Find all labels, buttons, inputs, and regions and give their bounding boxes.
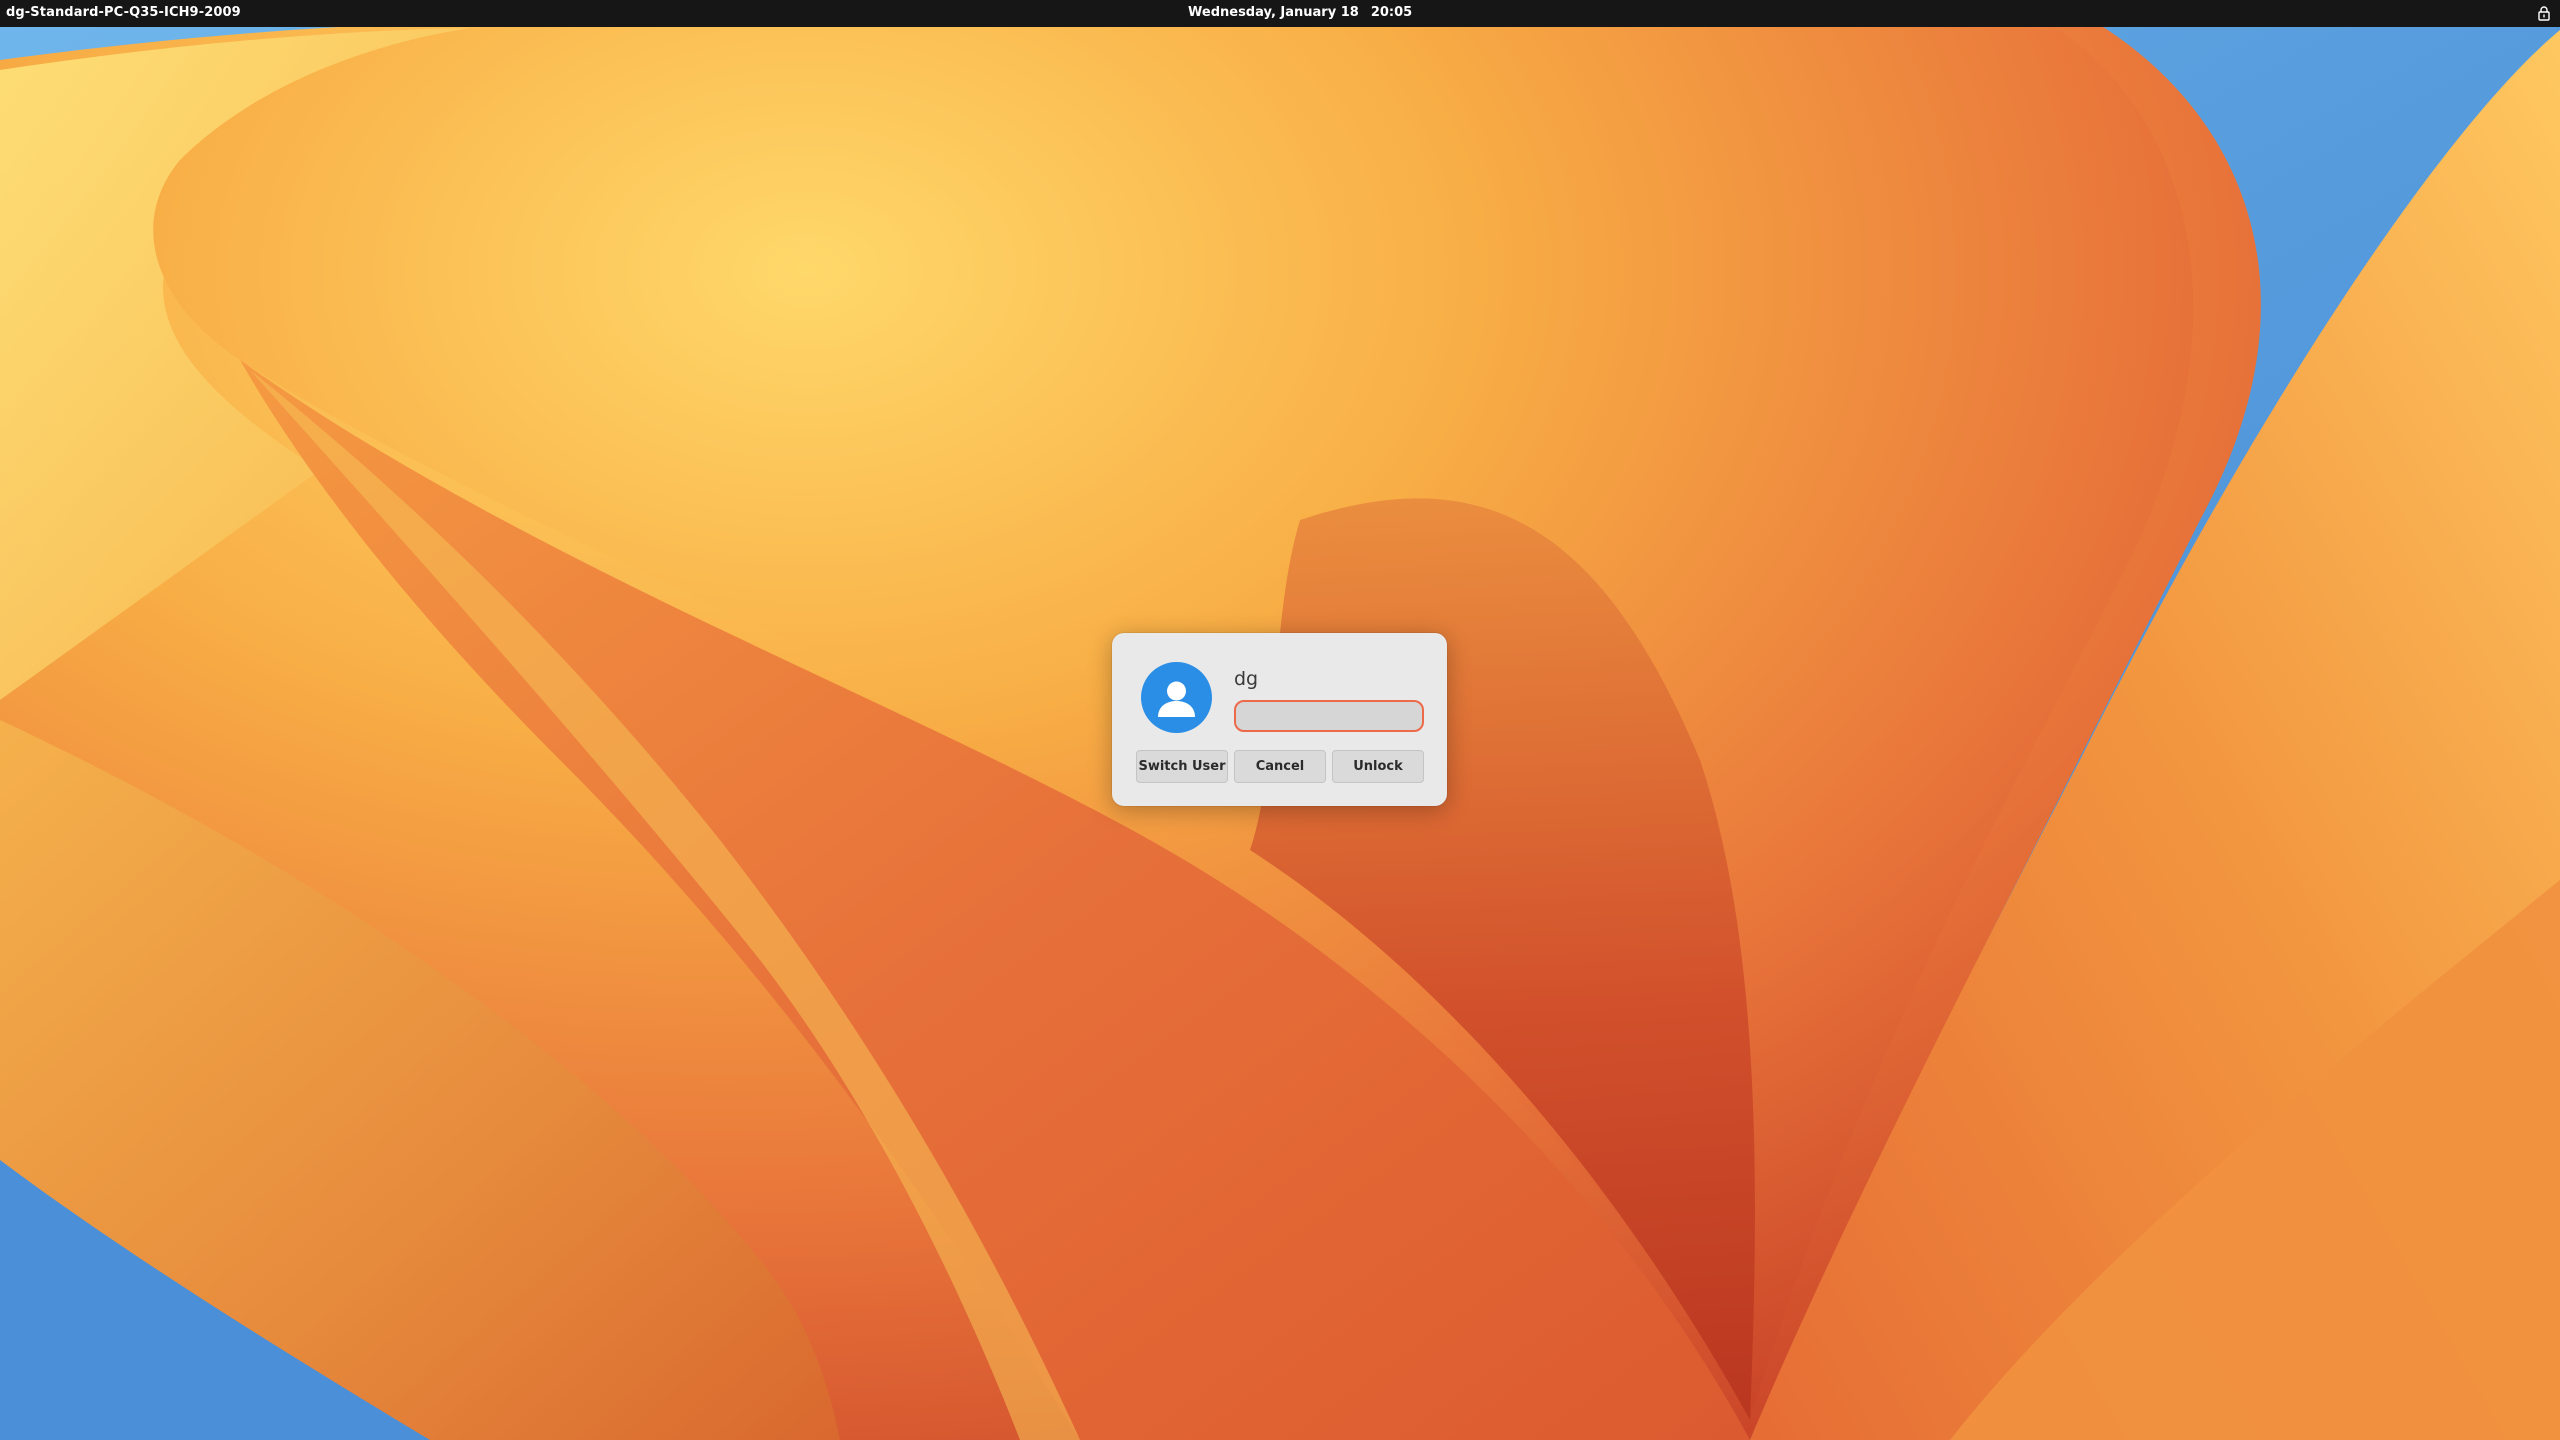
clock[interactable]: Wednesday, January 18 20:05 — [1188, 5, 1412, 20]
top-bar: dg-Standard-PC-Q35-ICH9-2009 Wednesday, … — [0, 0, 2560, 27]
time-label: 20:05 — [1370, 5, 1413, 20]
unlock-dialog: dg Switch User Cancel Unlock — [1112, 633, 1447, 806]
password-field[interactable] — [1234, 700, 1424, 732]
cancel-button[interactable]: Cancel — [1234, 750, 1326, 783]
switch-user-button[interactable]: Switch User — [1136, 750, 1228, 783]
hostname-label: dg-Standard-PC-Q35-ICH9-2009 — [6, 5, 241, 20]
lock-icon — [2536, 5, 2552, 21]
user-avatar-icon — [1141, 662, 1212, 733]
date-label: Wednesday, January 18 — [1188, 5, 1359, 20]
username-label: dg — [1234, 668, 1259, 690]
unlock-button[interactable]: Unlock — [1332, 750, 1424, 783]
